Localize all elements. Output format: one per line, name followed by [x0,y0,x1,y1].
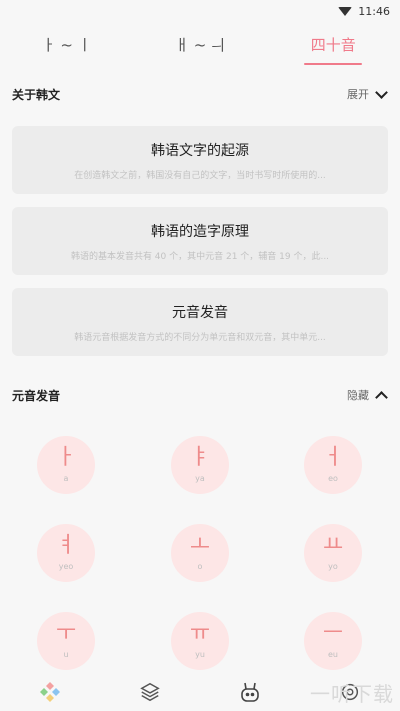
vowel-button[interactable]: ㅗ o [171,524,229,582]
vowel-button[interactable]: ㅑ ya [171,436,229,494]
vowel-char: ㅛ [322,533,344,558]
vowel-roman: yo [328,562,338,571]
status-time: 11:46 [358,4,390,18]
top-tabs: ㅏ ~ ㅣ ㅐ ~ ㅢ 四十音 [0,26,400,65]
vowel-button[interactable]: ㅠ yu [171,612,229,670]
vowel-roman: o [197,562,203,571]
vowel-roman: a [63,474,69,483]
vowel-roman: yeo [58,562,74,571]
card-origin[interactable]: 韩语文字的起源 在创造韩文之前，韩国没有自己的文字，当时书写时所使用的... [12,126,388,194]
vowel-char: ㅕ [55,533,77,558]
chevron-down-icon [375,85,388,99]
card-principle[interactable]: 韩语的造字原理 韩语的基本发音共有 40 个，其中元音 21 个，辅音 19 个… [12,207,388,275]
card-desc: 韩语元音根据发音方式的不同分为单元音和双元音，其中单元... [74,332,326,343]
status-bar: 11:46 [0,0,400,22]
vowel-char: ㅑ [189,445,211,470]
vowel-char: ㅗ [189,533,211,558]
card-vowel-pronunciation[interactable]: 元音发音 韩语元音根据发音方式的不同分为单元音和双元音，其中单元... [12,288,388,356]
vowel-roman: eo [328,474,338,483]
vowels-toggle-label: 隐藏 [347,389,369,402]
card-desc: 在创造韩文之前，韩国没有自己的文字，当时书写时所使用的... [74,170,326,181]
about-toggle-label: 展开 [347,88,369,101]
vowel-roman: yu [195,650,205,659]
card-title: 韩语文字的起源 [151,142,249,159]
tab-forty-sounds[interactable]: 四十音 [302,28,364,65]
tab-ae-ui[interactable]: ㅐ ~ ㅢ [169,28,231,61]
card-desc: 韩语的基本发音共有 40 个，其中元音 21 个，辅音 19 个，此... [70,251,330,262]
vowel-roman: ya [195,474,205,483]
vowel-char: ㅠ [189,621,211,646]
nav-courses[interactable] [133,677,167,707]
vowel-char: ㅜ [55,621,77,646]
grid-icon [40,682,60,702]
bottom-nav [0,673,400,711]
card-title: 元音发音 [172,304,228,321]
about-expand-toggle[interactable]: 展开 [347,85,388,102]
settings-icon [341,683,359,701]
tab-a-i[interactable]: ㅏ ~ ㅣ [36,28,98,61]
chevron-up-icon [375,390,388,404]
vowel-button[interactable]: ㅏ a [37,436,95,494]
layers-icon [140,682,160,702]
card-title: 韩语的造字原理 [151,223,249,240]
bunny-icon [241,682,259,702]
vowel-roman: eu [328,650,338,659]
vowel-char: ㅓ [322,445,344,470]
vowel-roman: u [63,650,69,659]
about-section-header: 关于韩文 展开 [12,82,388,106]
vowel-button[interactable]: ㅕ yeo [37,524,95,582]
vowel-button[interactable]: ㅛ yo [304,524,362,582]
vowel-button[interactable]: ㅜ u [37,612,95,670]
vowels-section-title: 元音发音 [12,388,61,403]
vowel-char: ㅡ [322,621,344,646]
nav-settings[interactable] [333,677,367,707]
vowel-char: ㅏ [55,445,77,470]
vowel-button[interactable]: ㅓ eo [304,436,362,494]
vowels-section-header: 元音发音 隐藏 [12,383,388,407]
vowel-button[interactable]: ㅡ eu [304,612,362,670]
nav-practice[interactable] [233,677,267,707]
nav-home[interactable] [33,677,67,707]
about-section-title: 关于韩文 [12,87,61,102]
vowels-hide-toggle[interactable]: 隐藏 [347,387,388,404]
wifi-icon [338,6,353,16]
vowel-grid: ㅏ a ㅑ ya ㅓ eo ㅕ yeo ㅗ o ㅛ yo ㅜ u ㅠ yu ㅡ … [0,436,400,676]
